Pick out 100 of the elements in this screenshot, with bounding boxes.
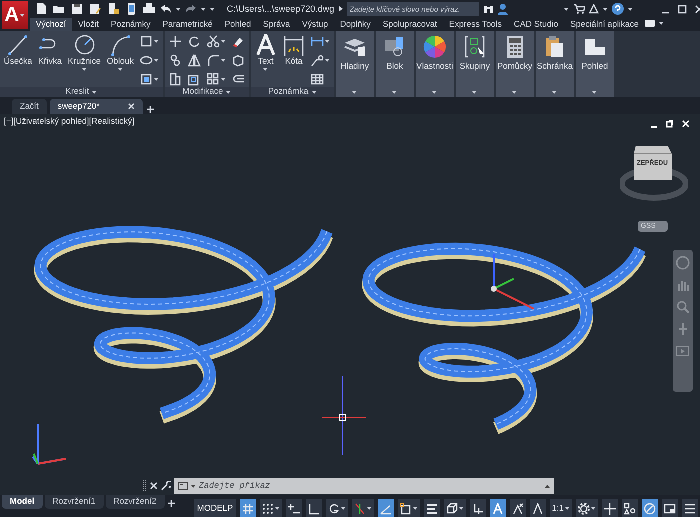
ribbon-tab[interactable]: Doplňky — [334, 18, 377, 31]
circle-toggle[interactable] — [642, 499, 658, 517]
ribbon-tab[interactable]: Express Tools — [443, 18, 508, 31]
ribbon-small-button[interactable] — [310, 34, 331, 49]
polar-icon — [328, 502, 340, 514]
command-prompt-icon[interactable] — [178, 482, 188, 490]
ribbon-small-button[interactable] — [168, 34, 183, 49]
plus-toggle[interactable] — [602, 499, 618, 517]
video-icon[interactable] — [644, 20, 655, 27]
document-tab[interactable]: Začít — [12, 99, 47, 114]
caret-icon[interactable] — [191, 484, 196, 488]
ribbon-tab[interactable]: Pohled — [218, 18, 258, 31]
plot-icon[interactable] — [106, 2, 120, 16]
ribbon-tab[interactable]: Výstup — [296, 18, 334, 31]
collapsed-panel-button[interactable]: Vlastnosti — [416, 31, 454, 97]
ribbon-tool-button[interactable]: Oblouk — [106, 34, 135, 87]
layout-tab[interactable]: Model — [2, 495, 43, 509]
caret-up-icon[interactable] — [545, 484, 550, 488]
ribbon-tool-button[interactable]: Křivka — [37, 34, 63, 87]
osnap-toggle[interactable] — [398, 499, 420, 517]
ribbon-tool-button[interactable]: Kružnice — [66, 34, 102, 87]
close-icon[interactable] — [128, 103, 135, 110]
ribbon-small-button[interactable] — [310, 53, 331, 68]
command-line-field[interactable]: Zadejte příkaz — [174, 478, 554, 494]
ribbon-tab[interactable]: Výchozí — [30, 18, 72, 31]
ribbon-tab[interactable]: CAD Studio — [508, 18, 564, 31]
cart-icon[interactable] — [572, 4, 585, 14]
erase-icon — [232, 35, 245, 48]
ucs-axis-toggle[interactable] — [470, 499, 486, 517]
collapsed-panel-button[interactable]: Pomůcky — [496, 31, 534, 97]
user-icon[interactable] — [498, 3, 508, 15]
save-icon[interactable] — [70, 2, 84, 16]
isolate-toggle[interactable] — [622, 499, 638, 517]
lineweight-toggle[interactable] — [424, 499, 440, 517]
viewport-label[interactable]: [−][Uživatelský pohled][Realistický] — [4, 117, 135, 127]
ribbon-small-button[interactable] — [206, 53, 227, 68]
model-space-button[interactable]: MODELP — [194, 499, 236, 517]
save-as-icon[interactable] — [88, 2, 102, 16]
help-icon[interactable] — [612, 3, 624, 15]
close-icon[interactable] — [150, 482, 158, 490]
plus-icon[interactable] — [146, 105, 155, 114]
ribbon-tab[interactable]: Spolupracovat — [376, 18, 444, 31]
ribbon-tool-button[interactable]: Kóta — [282, 34, 306, 87]
ribbon-tab[interactable]: Vložit — [72, 18, 106, 31]
wrench-icon[interactable] — [161, 481, 171, 491]
angle-toggle[interactable] — [378, 499, 394, 517]
grip-icon[interactable] — [143, 479, 147, 493]
polar-toggle[interactable] — [326, 499, 348, 517]
restore-icon[interactable] — [666, 120, 674, 128]
screen-toggle[interactable] — [662, 499, 678, 517]
ellipse-icon — [140, 54, 153, 67]
document-tab[interactable]: sweep720* — [50, 99, 143, 114]
collapsed-panel-button[interactable]: Blok — [376, 31, 414, 97]
mirror-icon — [188, 54, 201, 67]
ribbon-tab[interactable]: Poznámky — [105, 18, 157, 31]
annotation-scale-toggle[interactable] — [530, 499, 546, 517]
menu-toggle[interactable] — [682, 499, 698, 517]
ribbon-small-button[interactable] — [206, 72, 227, 87]
print-icon[interactable] — [142, 2, 156, 16]
isodraft-toggle[interactable] — [352, 499, 374, 517]
app-menu-button[interactable]: A — [2, 1, 28, 29]
ribbon-tool-button[interactable]: Úsečka — [3, 34, 34, 87]
ribbon-tab[interactable]: Správa — [257, 18, 296, 31]
ribbon-tab[interactable]: Speciální aplikace — [564, 18, 645, 31]
layout-tab[interactable]: Rozvržení2 — [106, 495, 165, 509]
new-file-icon[interactable] — [34, 2, 48, 16]
caret-icon — [591, 507, 596, 510]
ribbon-tool-button[interactable]: Text — [254, 34, 278, 87]
ucs-plus-toggle[interactable] — [286, 499, 302, 517]
plus-icon[interactable] — [166, 499, 176, 508]
layout-tab[interactable]: Rozvržení1 — [44, 495, 104, 509]
ribbon-small-button[interactable] — [138, 72, 160, 87]
ortho-toggle[interactable] — [306, 499, 322, 517]
ucs-plus-icon — [288, 502, 300, 514]
collapsed-panel-button[interactable]: Schránka — [536, 31, 574, 97]
gear-toggle[interactable] — [576, 499, 598, 517]
annotation-autoscale-toggle[interactable] — [510, 499, 526, 517]
ribbon-tab[interactable]: Parametrické — [156, 18, 219, 31]
ribbon-small-button[interactable] — [168, 72, 183, 87]
collapsed-panel-button[interactable]: Skupiny — [456, 31, 494, 97]
collapsed-panel-button[interactable]: Hladiny — [336, 31, 374, 97]
ribbon-small-button[interactable] — [186, 34, 202, 49]
cube-toggle[interactable] — [444, 499, 466, 517]
snap-toggle[interactable] — [260, 499, 282, 517]
ribbon-small-button[interactable] — [186, 53, 202, 68]
grid-toggle[interactable] — [240, 499, 256, 517]
arrow-right-icon[interactable] — [338, 6, 343, 12]
undo-icon[interactable] — [160, 4, 172, 14]
caret-icon — [367, 507, 372, 510]
ribbon-small-button[interactable] — [206, 34, 227, 49]
collapsed-panel-button[interactable]: Pohled — [576, 31, 614, 97]
view-cube-ring-icon[interactable] — [620, 144, 688, 204]
maximize-icon[interactable] — [678, 4, 687, 14]
move-gizmo-icon[interactable] — [491, 254, 534, 310]
caret-icon — [154, 78, 159, 81]
ribbon-small-button[interactable] — [138, 34, 160, 49]
annotation-scale-button[interactable]: 1:1 — [550, 499, 572, 517]
triangle-a-icon[interactable] — [588, 4, 599, 14]
annotation-visibility-toggle[interactable] — [490, 499, 506, 517]
redo-icon[interactable] — [185, 4, 197, 14]
